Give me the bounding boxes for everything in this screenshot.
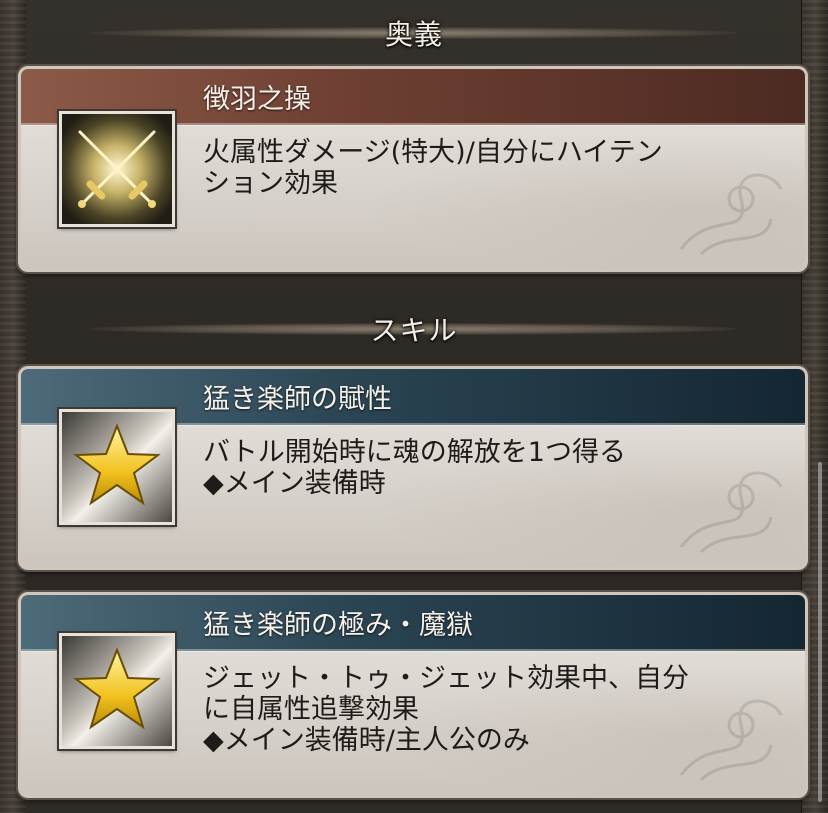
star-icon bbox=[59, 409, 175, 525]
ougi-name: 徴羽之操 bbox=[203, 84, 311, 115]
swirl-decoration bbox=[679, 699, 783, 782]
star-icon-graphic bbox=[62, 636, 172, 746]
scrollbar[interactable] bbox=[818, 462, 822, 802]
section-header-skill: スキル bbox=[90, 308, 738, 350]
skill-name: 猛き楽師の賦性 bbox=[203, 384, 392, 415]
star-icon-graphic bbox=[62, 412, 172, 522]
swirl-decoration bbox=[679, 173, 783, 256]
section-title-ougi: 奥義 bbox=[384, 18, 443, 51]
crossed-swords-icon-graphic bbox=[62, 114, 172, 224]
skill-name: 猛き楽師の極み・魔獄 bbox=[203, 610, 473, 641]
star-icon bbox=[59, 633, 175, 749]
skill-card[interactable]: 猛き楽師の賦性 バトル開始時に魂の解放を1つ得る ◆メイン装備時 bbox=[18, 366, 808, 570]
skill-card[interactable]: 猛き楽師の極み・魔獄 ジェット・トゥ・ジェット効果中、自分 に自属性追撃効果 ◆… bbox=[18, 592, 808, 798]
crossed-swords-icon bbox=[59, 111, 175, 227]
swirl-decoration bbox=[679, 471, 783, 554]
section-title-skill: スキル bbox=[370, 314, 458, 347]
ougi-card[interactable]: 徴羽之操 火属性ダメージ(特大)/自分にハイテン ション効果 bbox=[18, 66, 808, 272]
section-header-ougi: 奥義 bbox=[90, 12, 738, 54]
